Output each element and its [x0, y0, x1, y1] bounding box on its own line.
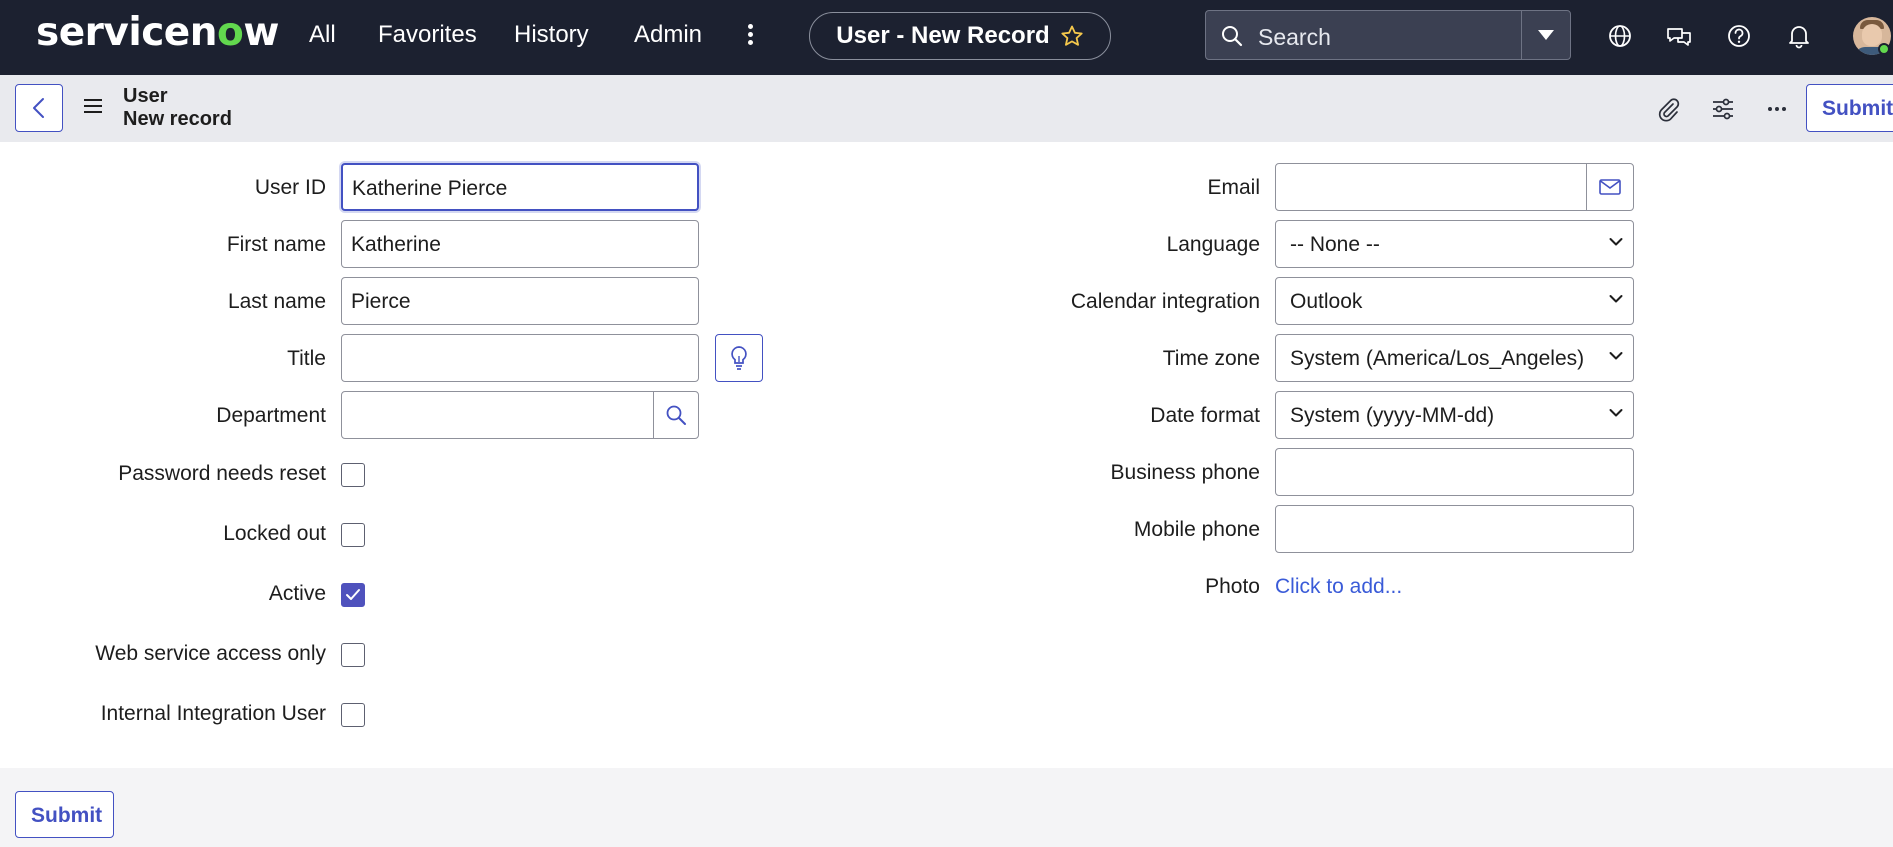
search-input[interactable]: Search [1258, 24, 1331, 51]
last-name-label: Last name [227, 290, 326, 313]
personalize-form-sliders-icon[interactable] [1710, 96, 1736, 122]
submit-button-footer[interactable]: Submit [15, 791, 114, 838]
active-checkbox[interactable] [341, 583, 365, 607]
mobile-phone-label: Mobile phone [1133, 518, 1260, 541]
notifications-bell-icon[interactable] [1785, 22, 1813, 50]
chevron-down-icon [1609, 238, 1623, 246]
table-name: User [123, 85, 168, 107]
record-title: User - New Record [836, 22, 1050, 49]
nav-favorites[interactable]: Favorites [378, 21, 477, 49]
more-menu-icon[interactable] [744, 22, 756, 50]
password-needs-reset-label: Password needs reset [118, 462, 326, 485]
title-suggestion-button[interactable] [715, 334, 763, 382]
star-icon[interactable] [1060, 24, 1084, 48]
chevron-left-icon [33, 98, 44, 118]
back-button[interactable] [15, 84, 63, 132]
title-label: Title [287, 347, 326, 370]
top-navigation-bar: servicenow All Favorites History Admin U… [0, 0, 1893, 75]
date-format-label: Date format [1150, 404, 1260, 427]
calendar-integration-label: Calendar integration [1070, 290, 1260, 313]
calendar-integration-select[interactable]: Outlook [1275, 277, 1634, 325]
chevron-down-icon [1609, 295, 1623, 303]
chat-icon[interactable] [1665, 22, 1693, 50]
search-icon [1222, 26, 1243, 47]
first-name-field[interactable]: Katherine [341, 220, 699, 268]
presence-status-indicator [1878, 43, 1890, 55]
time-zone-value: System (America/Los_Angeles) [1290, 347, 1585, 370]
department-label: Department [216, 404, 326, 427]
search-scope-dropdown[interactable] [1522, 11, 1570, 59]
business-phone-label: Business phone [1110, 461, 1260, 484]
chevron-down-icon [1609, 352, 1623, 360]
globe-icon[interactable] [1606, 22, 1634, 50]
email-label: Email [1207, 176, 1260, 199]
web-service-access-only-checkbox[interactable] [341, 643, 365, 667]
nav-admin[interactable]: Admin [634, 21, 702, 49]
locked-out-label: Locked out [223, 522, 326, 545]
nav-all[interactable]: All [309, 21, 336, 49]
language-select[interactable]: -- None -- [1275, 220, 1634, 268]
calendar-integration-value: Outlook [1290, 290, 1363, 313]
language-value: -- None -- [1290, 233, 1380, 256]
password-needs-reset-checkbox[interactable] [341, 463, 365, 487]
global-search[interactable]: Search [1205, 10, 1571, 60]
time-zone-label: Time zone [1162, 347, 1260, 370]
photo-label: Photo [1205, 575, 1260, 598]
locked-out-checkbox[interactable] [341, 523, 365, 547]
first-name-label: First name [226, 233, 326, 256]
email-field[interactable] [1275, 163, 1587, 211]
context-menu-icon[interactable] [84, 99, 102, 115]
record-state: New record [123, 108, 232, 130]
active-label: Active [268, 582, 326, 605]
web-service-access-only-label: Web service access only [95, 642, 326, 665]
user-id-label: User ID [254, 176, 326, 199]
attachment-paperclip-icon[interactable] [1655, 96, 1681, 122]
submit-button-header[interactable]: Submit [1806, 84, 1893, 132]
date-format-select[interactable]: System (yyyy-MM-dd) [1275, 391, 1634, 439]
last-name-field[interactable]: Pierce [341, 277, 699, 325]
business-phone-field[interactable] [1275, 448, 1634, 496]
help-icon[interactable] [1725, 22, 1753, 50]
photo-click-to-add-link[interactable]: Click to add... [1275, 575, 1402, 599]
lightbulb-icon [731, 346, 747, 370]
time-zone-select[interactable]: System (America/Los_Angeles) [1275, 334, 1634, 382]
checkmark-icon [346, 589, 360, 600]
department-field[interactable] [341, 391, 654, 439]
search-icon [666, 405, 686, 425]
send-email-button[interactable] [1586, 163, 1634, 211]
mobile-phone-field[interactable] [1275, 505, 1634, 553]
user-id-field[interactable]: Katherine Pierce [341, 163, 699, 211]
form-footer [0, 768, 1893, 847]
title-field[interactable] [341, 334, 699, 382]
language-label: Language [1166, 233, 1260, 256]
department-lookup-button[interactable] [653, 391, 699, 439]
record-title-pill[interactable]: User - New Record [809, 12, 1111, 60]
servicenow-logo[interactable]: servicenow [36, 10, 279, 55]
internal-integration-user-label: Internal Integration User [100, 702, 326, 725]
internal-integration-user-checkbox[interactable] [341, 703, 365, 727]
chevron-down-icon [1609, 409, 1623, 417]
more-options-ellipsis-icon[interactable] [1764, 96, 1790, 122]
envelope-icon [1599, 179, 1621, 195]
form-header: User New record Submit [0, 75, 1893, 142]
nav-history[interactable]: History [514, 21, 589, 49]
caret-down-icon [1538, 30, 1554, 40]
date-format-value: System (yyyy-MM-dd) [1290, 404, 1495, 427]
